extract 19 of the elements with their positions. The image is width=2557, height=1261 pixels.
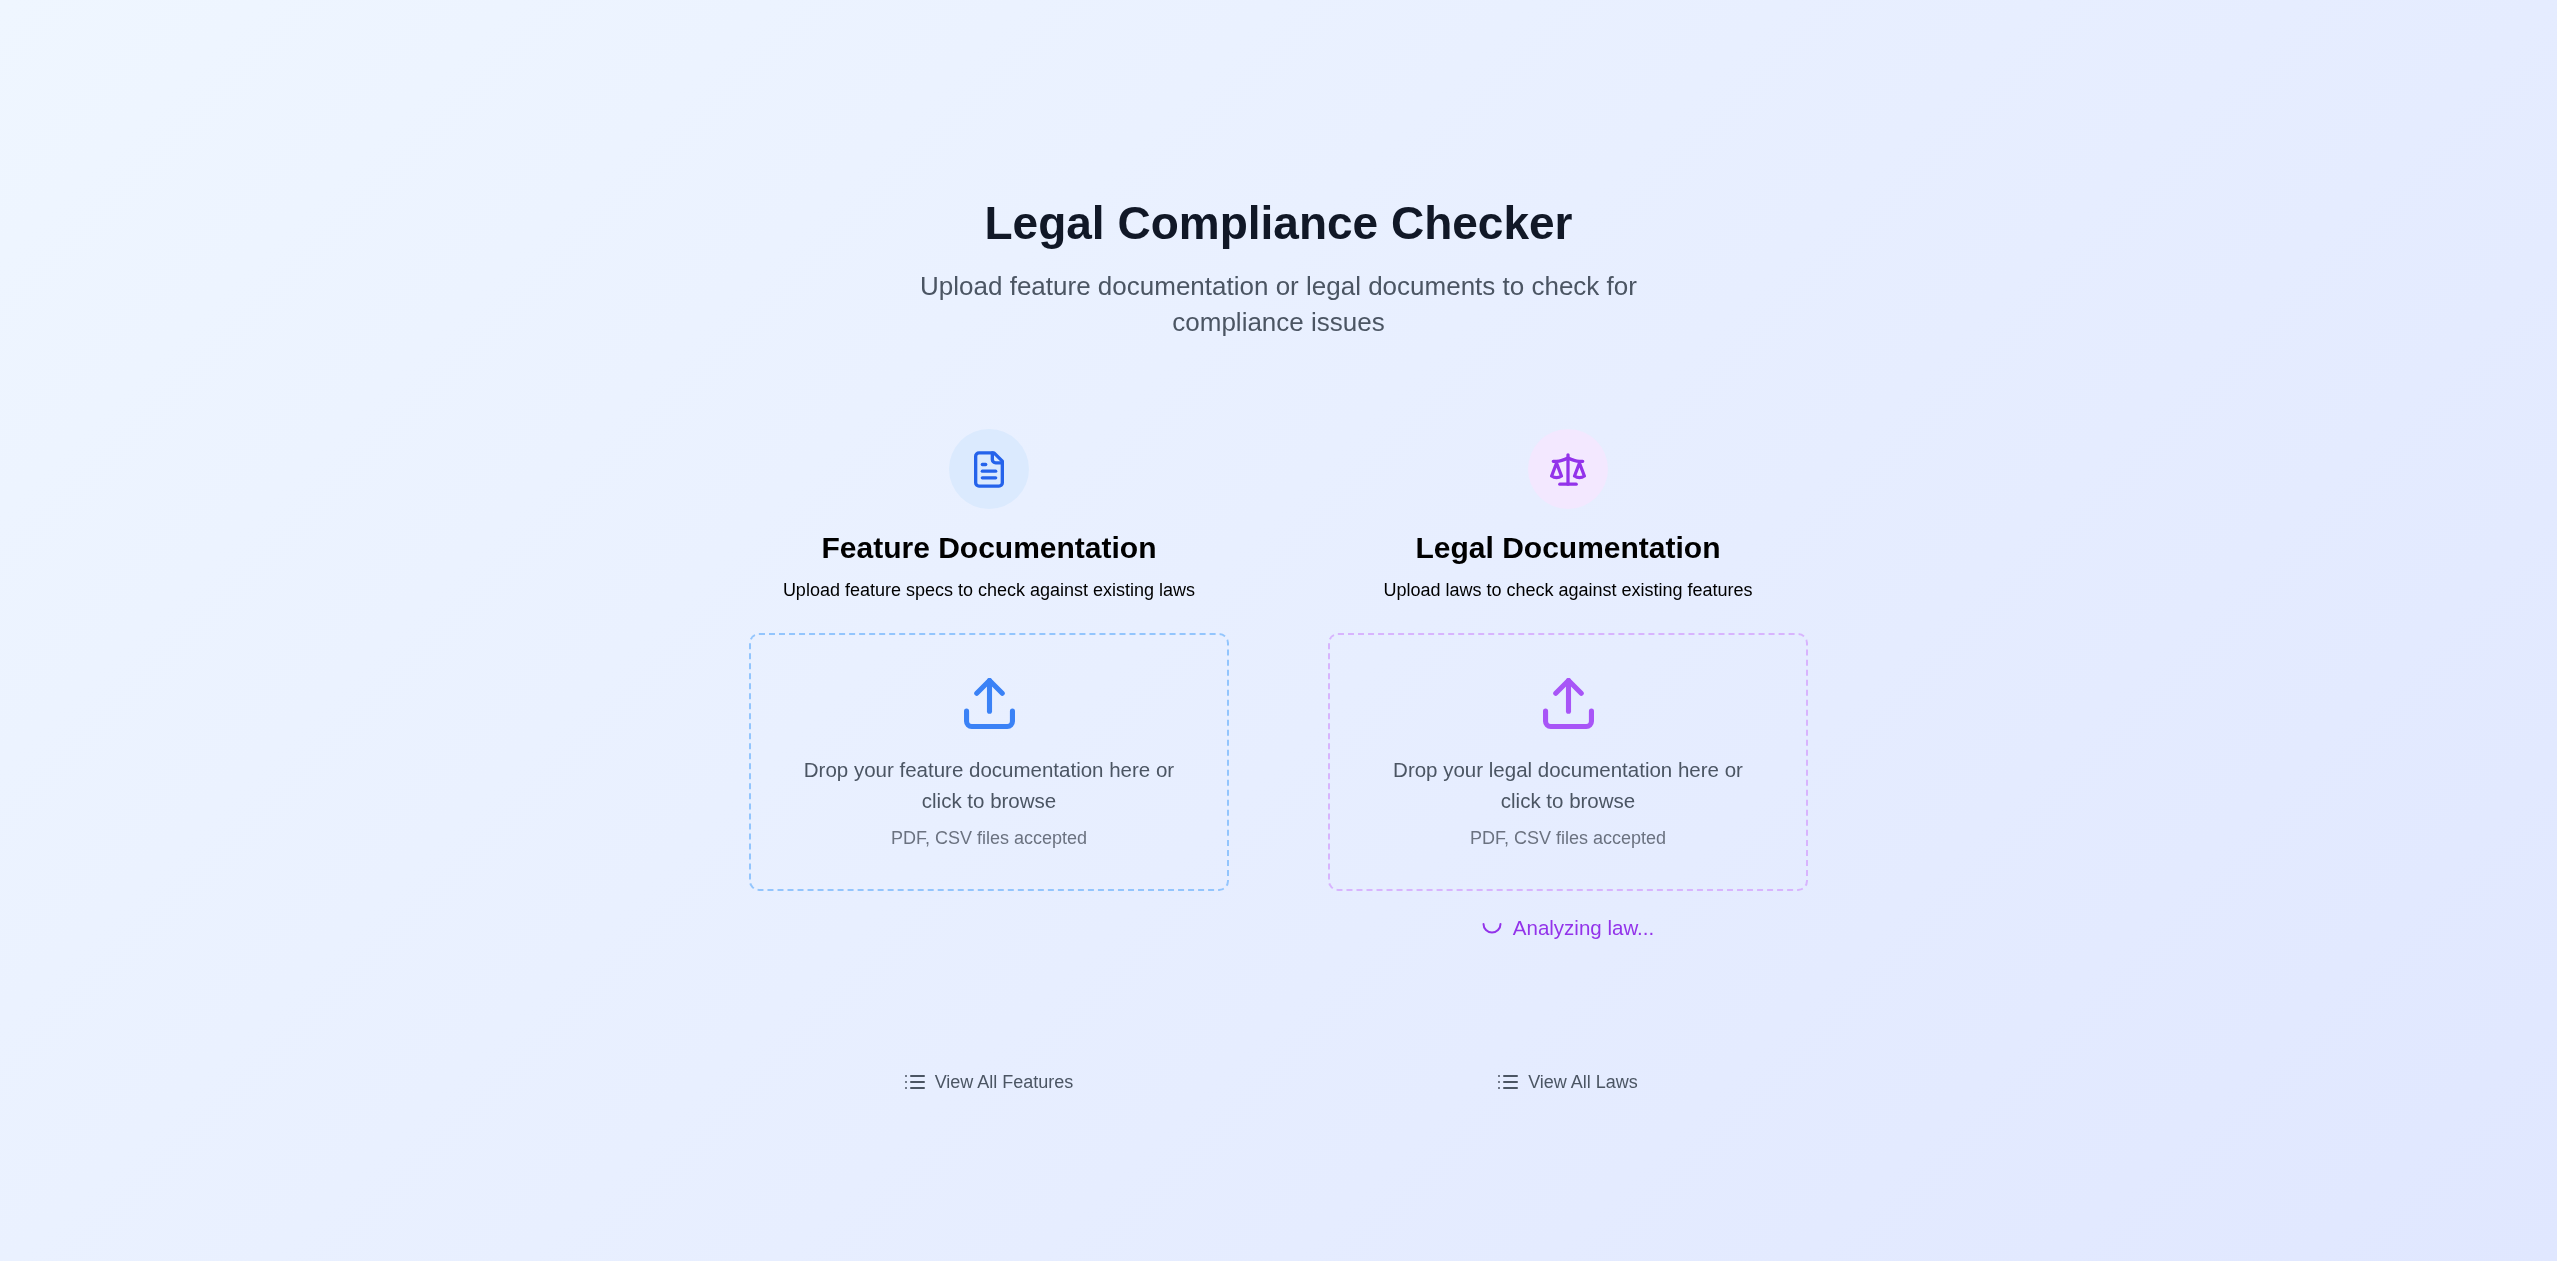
drop-instructions: Drop your feature documentation here or click to browse bbox=[802, 757, 1176, 814]
status-text: Analyzing law... bbox=[1512, 915, 1655, 941]
page-subtitle: Upload feature documentation or legal documents to check for compliance issues bbox=[919, 270, 1638, 339]
panel-title: Legal Documentation bbox=[1415, 530, 1721, 566]
accepted-formats: PDF, CSV files accepted bbox=[1469, 827, 1667, 850]
panel-title: Feature Documentation bbox=[821, 530, 1157, 566]
view-all-link[interactable]: View All Laws bbox=[1498, 1067, 1638, 1097]
list-icon bbox=[904, 1075, 925, 1089]
drop-instructions: Drop your legal documentation here or click to browse bbox=[1392, 757, 1744, 814]
panel-description: Upload laws to check against existing features bbox=[1383, 579, 1753, 602]
list-icon bbox=[1498, 1075, 1519, 1089]
upload-icon bbox=[963, 678, 1015, 729]
upload-icon bbox=[1542, 678, 1594, 729]
view-all-link[interactable]: View All Features bbox=[904, 1067, 1074, 1097]
file-drop-zone[interactable]: Drop your feature documentation here or click to browse PDF, CSV files accepted bbox=[749, 633, 1229, 891]
page-title: Legal Compliance Checker bbox=[984, 196, 1573, 251]
panel-description: Upload feature specs to check against existing laws bbox=[782, 579, 1196, 602]
accepted-formats: PDF, CSV files accepted bbox=[890, 827, 1088, 850]
file-drop-zone[interactable]: Drop your legal documentation here or click to browse PDF, CSV files accepted bbox=[1328, 633, 1808, 891]
